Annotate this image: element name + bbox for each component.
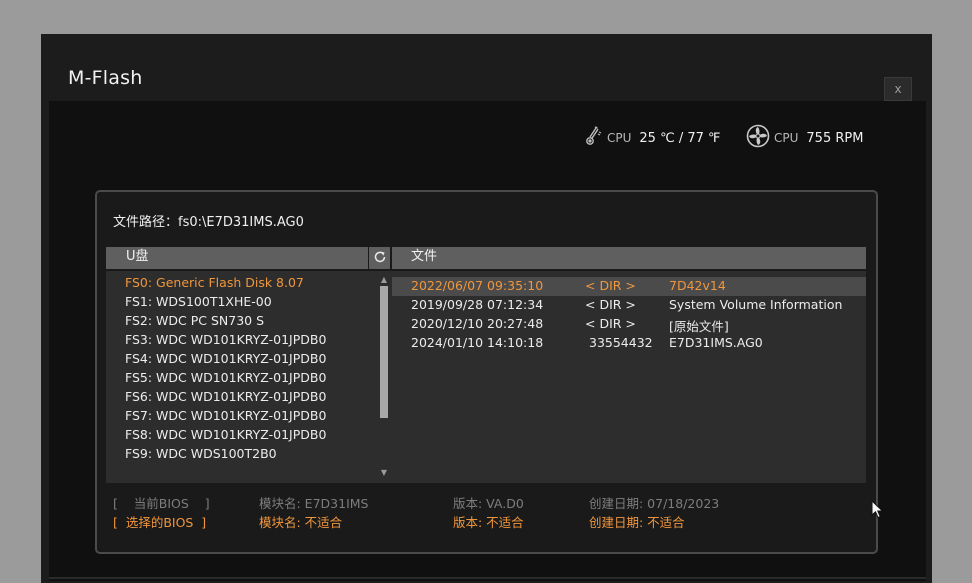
current-bios-version: 版本: VA.D0 xyxy=(453,496,524,511)
file-row[interactable]: 2022/06/07 09:35:10 < DIR > 7D42v14 xyxy=(392,277,866,296)
usb-panel-header: U盘 xyxy=(106,247,368,269)
refresh-button[interactable] xyxy=(369,247,390,269)
usb-list-scrollbar[interactable]: ▲ ▼ xyxy=(379,276,389,477)
file-date: 2020/12/10 20:27:48 xyxy=(411,316,544,331)
scroll-up-icon[interactable]: ▲ xyxy=(379,276,389,284)
cpu-fan-readout: CPU 755 RPM xyxy=(746,124,864,152)
selected-bios-date: 创建日期: 不适合 xyxy=(589,515,685,530)
file-name: System Volume Information xyxy=(669,297,843,312)
selected-bios-module: 模块名: 不适合 xyxy=(259,515,343,530)
usb-drive-item[interactable]: FS6: WDC WD101KRYZ-01JPDB0 xyxy=(125,389,326,404)
refresh-icon xyxy=(373,249,387,268)
cpu-temp-label: CPU xyxy=(607,131,632,145)
cpu-temp-value: 25 ℃ / 77 ℉ xyxy=(639,130,721,146)
file-name: E7D31IMS.AG0 xyxy=(669,335,763,350)
close-button[interactable]: x xyxy=(884,77,912,101)
usb-drive-item[interactable]: FS7: WDC WD101KRYZ-01JPDB0 xyxy=(125,408,326,423)
file-row[interactable]: 2024/01/10 14:10:18 33554432 E7D31IMS.AG… xyxy=(392,334,866,353)
cpu-fan-label: CPU xyxy=(774,131,799,145)
usb-drive-item[interactable]: FS0: Generic Flash Disk 8.07 xyxy=(125,275,304,290)
content-divider xyxy=(49,577,926,579)
file-list: 2022/06/07 09:35:10 < DIR > 7D42v14 2019… xyxy=(392,271,884,519)
file-path: 文件路径：fs0:\E7D31IMS.AG0 xyxy=(113,215,304,230)
file-type: < DIR > xyxy=(585,278,636,293)
selected-bios-version: 版本: 不适合 xyxy=(453,515,524,530)
usb-drive-item[interactable]: FS8: WDC WD101KRYZ-01JPDB0 xyxy=(125,427,326,442)
cpu-temperature-readout: CPU 25 ℃ / 77 ℉ xyxy=(585,126,720,150)
window-title: M-Flash xyxy=(68,67,143,89)
file-row[interactable]: 2019/09/28 07:12:34 < DIR > System Volum… xyxy=(392,296,866,315)
usb-drive-list: FS0: Generic Flash Disk 8.07 FS1: WDS100… xyxy=(106,271,392,483)
selected-bios-label: [ 选择的BIOS ] xyxy=(113,515,207,530)
flash-panel: 文件路径：fs0:\E7D31IMS.AG0 U盘 文件 FS0: Generi… xyxy=(95,190,884,554)
usb-drive-item[interactable]: FS5: WDC WD101KRYZ-01JPDB0 xyxy=(125,370,326,385)
file-name: [原始文件] xyxy=(669,319,729,334)
mouse-cursor-icon xyxy=(871,499,885,524)
file-panel-header: 文件 xyxy=(392,247,866,269)
usb-drive-item[interactable]: FS9: WDC WDS100T2B0 xyxy=(125,446,277,461)
fan-icon xyxy=(746,124,770,152)
file-date: 2022/06/07 09:35:10 xyxy=(411,278,544,293)
scroll-down-icon[interactable]: ▼ xyxy=(379,469,389,477)
file-type: < DIR > xyxy=(585,297,636,312)
file-date: 2024/01/10 14:10:18 xyxy=(411,335,544,350)
current-bios-module: 模块名: E7D31IMS xyxy=(259,496,369,511)
file-row[interactable]: 2020/12/10 20:27:48 < DIR > [原始文件] xyxy=(392,315,866,334)
file-type: < DIR > xyxy=(585,316,636,331)
thermometer-icon xyxy=(585,126,603,150)
file-date: 2019/09/28 07:12:34 xyxy=(411,297,544,312)
scrollbar-thumb[interactable] xyxy=(380,286,388,418)
current-bios-label: [ 当前BIOS ] xyxy=(113,496,210,511)
usb-drive-item[interactable]: FS4: WDC WD101KRYZ-01JPDB0 xyxy=(125,351,326,366)
file-name: 7D42v14 xyxy=(669,278,726,293)
usb-drive-item[interactable]: FS1: WDS100T1XHE-00 xyxy=(125,294,272,309)
file-size: 33554432 xyxy=(589,335,653,350)
usb-drive-item[interactable]: FS3: WDC WD101KRYZ-01JPDB0 xyxy=(125,332,326,347)
current-bios-date: 创建日期: 07/18/2023 xyxy=(589,496,720,511)
cpu-fan-value: 755 RPM xyxy=(806,130,864,146)
usb-drive-item[interactable]: FS2: WDC PC SN730 S xyxy=(125,313,264,328)
